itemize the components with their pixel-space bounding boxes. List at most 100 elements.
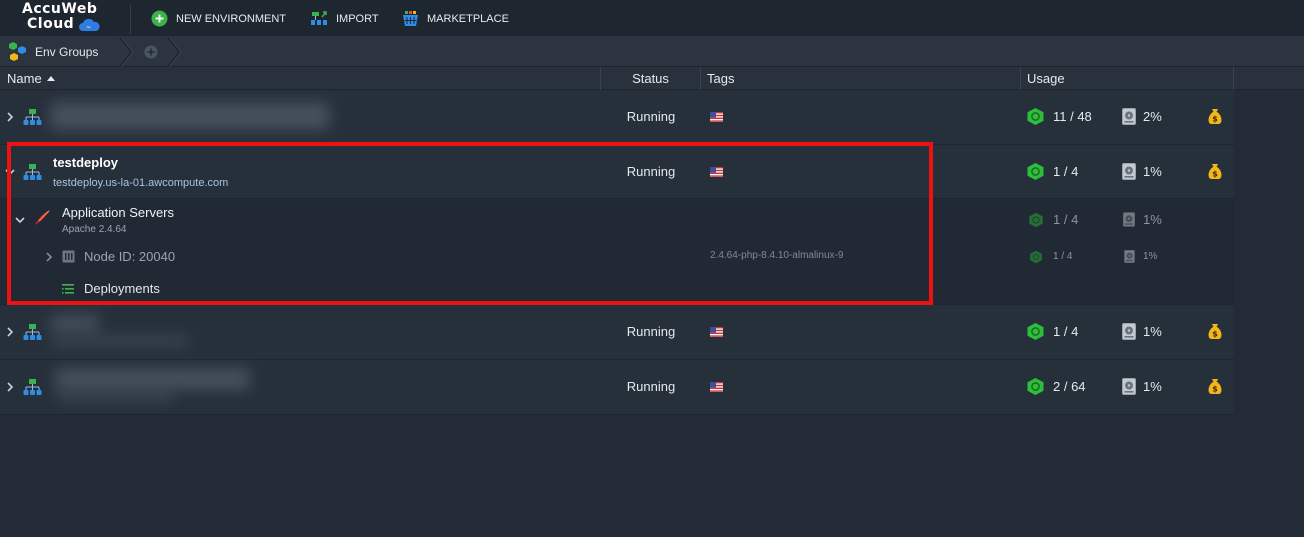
disk-icon	[1122, 378, 1136, 395]
cloudlets-icon	[1028, 212, 1044, 228]
env-groups-bar: Env Groups	[0, 37, 1304, 67]
billing-money-bag-icon[interactable]	[1207, 108, 1223, 125]
disk-icon	[1122, 323, 1136, 340]
brand-logo[interactable]: AccuWeb Cloud ~	[0, 0, 130, 37]
env-groups-button[interactable]: Env Groups	[8, 41, 98, 62]
status-text: Running	[626, 324, 676, 339]
us-flag-icon	[710, 327, 723, 337]
disk-value: 1%	[1143, 324, 1162, 339]
disk-icon	[1124, 250, 1135, 263]
import-button[interactable]: IMPORT	[310, 0, 379, 37]
chevron-down-icon[interactable]	[5, 167, 15, 177]
redacted-env-domain	[50, 335, 190, 347]
column-tags-label: Tags	[707, 71, 735, 86]
disk-icon	[1123, 212, 1135, 227]
layer-cloudlets-value: 1 / 4	[1053, 212, 1079, 227]
marketplace-button[interactable]: MARKETPLACE	[402, 0, 509, 37]
cloud-logo-icon: ~	[79, 18, 100, 31]
column-header-name[interactable]: Name	[0, 67, 601, 90]
redacted-env-name	[50, 315, 100, 331]
layer-disk-value: 1%	[1143, 212, 1162, 227]
env-name[interactable]: testdeploy	[53, 155, 118, 170]
sort-ascending-icon	[46, 76, 55, 81]
import-icon	[311, 11, 327, 25]
us-flag-icon	[710, 167, 723, 177]
logo-text-line1: AccuWeb	[22, 1, 98, 17]
plus-circle-icon	[151, 10, 168, 27]
us-flag-icon	[710, 382, 723, 392]
toolbar-divider	[130, 4, 131, 34]
layer-name: Application Servers	[62, 205, 174, 220]
cloudlets-icon	[1026, 107, 1045, 126]
environment-topology-icon	[23, 164, 42, 181]
chevron-right-icon[interactable]	[44, 252, 54, 262]
node-id-label: Node ID: 20040	[84, 249, 176, 264]
breadcrumb-separator-icon	[119, 37, 134, 67]
node-disk-value: 1%	[1143, 251, 1158, 262]
breadcrumb-separator-icon	[167, 37, 182, 67]
svg-text:~: ~	[86, 24, 91, 31]
deployments-label: Deployments	[84, 281, 160, 296]
cloudlets-value: 1 / 4	[1053, 164, 1079, 179]
table-row[interactable]: Running 2 / 64 1%	[0, 360, 1234, 415]
column-header-status[interactable]: Status	[601, 67, 701, 90]
new-environment-label: NEW ENVIRONMENT	[176, 12, 286, 25]
node-cloudlets-value: 1 / 4	[1053, 251, 1073, 262]
table-header: Name Status Tags Usage	[0, 67, 1304, 90]
layer-version: Apache 2.4.64	[62, 224, 127, 235]
cloudlets-icon	[1029, 250, 1043, 264]
cloudlets-value: 1 / 4	[1053, 324, 1079, 339]
status-text: Running	[626, 109, 676, 124]
chevron-right-icon[interactable]	[5, 382, 15, 392]
column-header-tags[interactable]: Tags	[701, 67, 1021, 90]
disk-value: 1%	[1143, 379, 1162, 394]
chevron-down-icon[interactable]	[15, 215, 25, 225]
table-row[interactable]: Running 1 / 4 1%	[0, 305, 1234, 360]
env-groups-label: Env Groups	[35, 44, 99, 59]
chevron-right-icon[interactable]	[5, 327, 15, 337]
disk-icon	[1122, 163, 1136, 180]
redacted-env-name	[55, 368, 250, 390]
disk-value: 1%	[1143, 164, 1162, 179]
status-text: Running	[626, 164, 676, 179]
table-row[interactable]: testdeploy testdeploy.us-la-01.awcompute…	[0, 145, 1234, 199]
environment-topology-icon	[23, 324, 42, 341]
cloudlets-value: 11 / 48	[1053, 109, 1092, 124]
disk-icon	[1122, 108, 1136, 125]
env-domain-link[interactable]: testdeploy.us-la-01.awcompute.com	[53, 177, 228, 189]
layer-row-application-servers[interactable]: Application Servers Apache 2.4.64 1 / 4 …	[0, 199, 1234, 241]
cloudlets-icon	[1026, 162, 1045, 181]
chevron-right-icon[interactable]	[5, 112, 15, 122]
logo-text-line2: Cloud	[27, 16, 75, 32]
cloudlets-icon	[1026, 322, 1045, 341]
apache-feather-icon	[35, 210, 50, 225]
node-tag: 2.4.64-php-8.4.10-almalinux-9	[710, 250, 844, 261]
table-row[interactable]: Running 11 / 48 2%	[0, 90, 1234, 145]
status-text: Running	[626, 379, 676, 394]
cloudlets-icon	[1026, 377, 1045, 396]
deployments-list-icon	[62, 284, 74, 294]
column-name-label: Name	[7, 71, 42, 86]
new-environment-button[interactable]: NEW ENVIRONMENT	[151, 0, 286, 37]
redacted-env-name	[50, 102, 330, 130]
env-groups-icon	[9, 42, 26, 61]
deployments-row[interactable]: Deployments	[0, 273, 1234, 305]
column-header-usage[interactable]: Usage	[1021, 67, 1234, 90]
top-toolbar: AccuWeb Cloud ~ NEW ENVIRONMENT IMPORT M…	[0, 0, 1304, 37]
billing-money-bag-icon[interactable]	[1207, 378, 1223, 395]
add-group-icon[interactable]	[144, 45, 158, 59]
disk-value: 2%	[1143, 109, 1162, 124]
us-flag-icon	[710, 112, 723, 122]
cloudlets-value: 2 / 64	[1053, 379, 1086, 394]
column-status-label: Status	[632, 71, 669, 86]
billing-money-bag-icon[interactable]	[1207, 323, 1223, 340]
redacted-env-domain	[55, 390, 175, 402]
import-label: IMPORT	[336, 12, 379, 25]
column-usage-label: Usage	[1027, 71, 1065, 86]
node-row[interactable]: Node ID: 20040 2.4.64-php-8.4.10-almalin…	[0, 241, 1234, 273]
billing-money-bag-icon[interactable]	[1207, 163, 1223, 180]
environment-topology-icon	[23, 379, 42, 396]
environment-topology-icon	[23, 109, 42, 126]
marketplace-label: MARKETPLACE	[427, 12, 509, 25]
basket-icon	[403, 11, 418, 26]
